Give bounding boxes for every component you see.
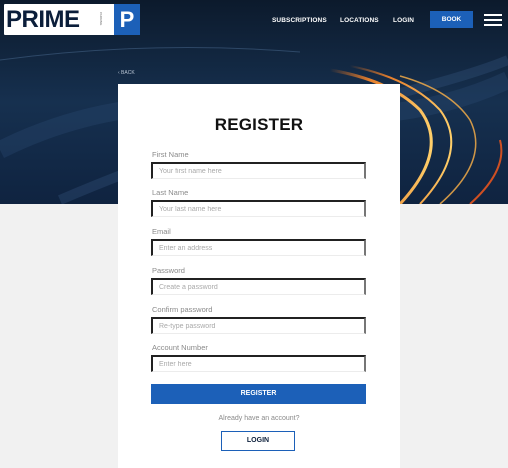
top-navbar: PRIME PARKING P SUBSCRIPTIONS LOCATIONS … bbox=[0, 0, 508, 42]
book-button[interactable]: BOOK bbox=[430, 11, 473, 28]
email-label: Email bbox=[152, 227, 171, 236]
nav-locations[interactable]: LOCATIONS bbox=[340, 17, 379, 24]
account-number-field[interactable] bbox=[151, 355, 366, 372]
back-link[interactable]: ‹ BACK bbox=[118, 70, 135, 76]
first-name-field[interactable] bbox=[151, 162, 366, 179]
brand-mark: P bbox=[114, 4, 140, 35]
hamburger-menu-icon[interactable] bbox=[484, 14, 502, 26]
login-button[interactable]: LOGIN bbox=[221, 431, 295, 451]
first-name-label: First Name bbox=[152, 150, 189, 159]
nav-login[interactable]: LOGIN bbox=[393, 17, 414, 24]
last-name-label: Last Name bbox=[152, 188, 189, 197]
last-name-field[interactable] bbox=[151, 200, 366, 217]
confirm-password-label: Confirm password bbox=[152, 305, 213, 314]
brand-logo[interactable]: PRIME PARKING P bbox=[4, 4, 140, 35]
confirm-password-field[interactable] bbox=[151, 317, 366, 334]
password-field[interactable] bbox=[151, 278, 366, 295]
register-card bbox=[118, 84, 400, 468]
brand-name: PRIME bbox=[6, 6, 80, 33]
account-number-label: Account Number bbox=[152, 343, 208, 352]
brand-sub: PARKING bbox=[99, 12, 103, 26]
email-field[interactable] bbox=[151, 239, 366, 256]
register-button[interactable]: REGISTER bbox=[151, 384, 366, 404]
password-label: Password bbox=[152, 266, 185, 275]
form-title: REGISTER bbox=[214, 115, 304, 134]
already-account-text: Already have an account? bbox=[218, 415, 300, 422]
nav-subscriptions[interactable]: SUBSCRIPTIONS bbox=[272, 17, 327, 24]
